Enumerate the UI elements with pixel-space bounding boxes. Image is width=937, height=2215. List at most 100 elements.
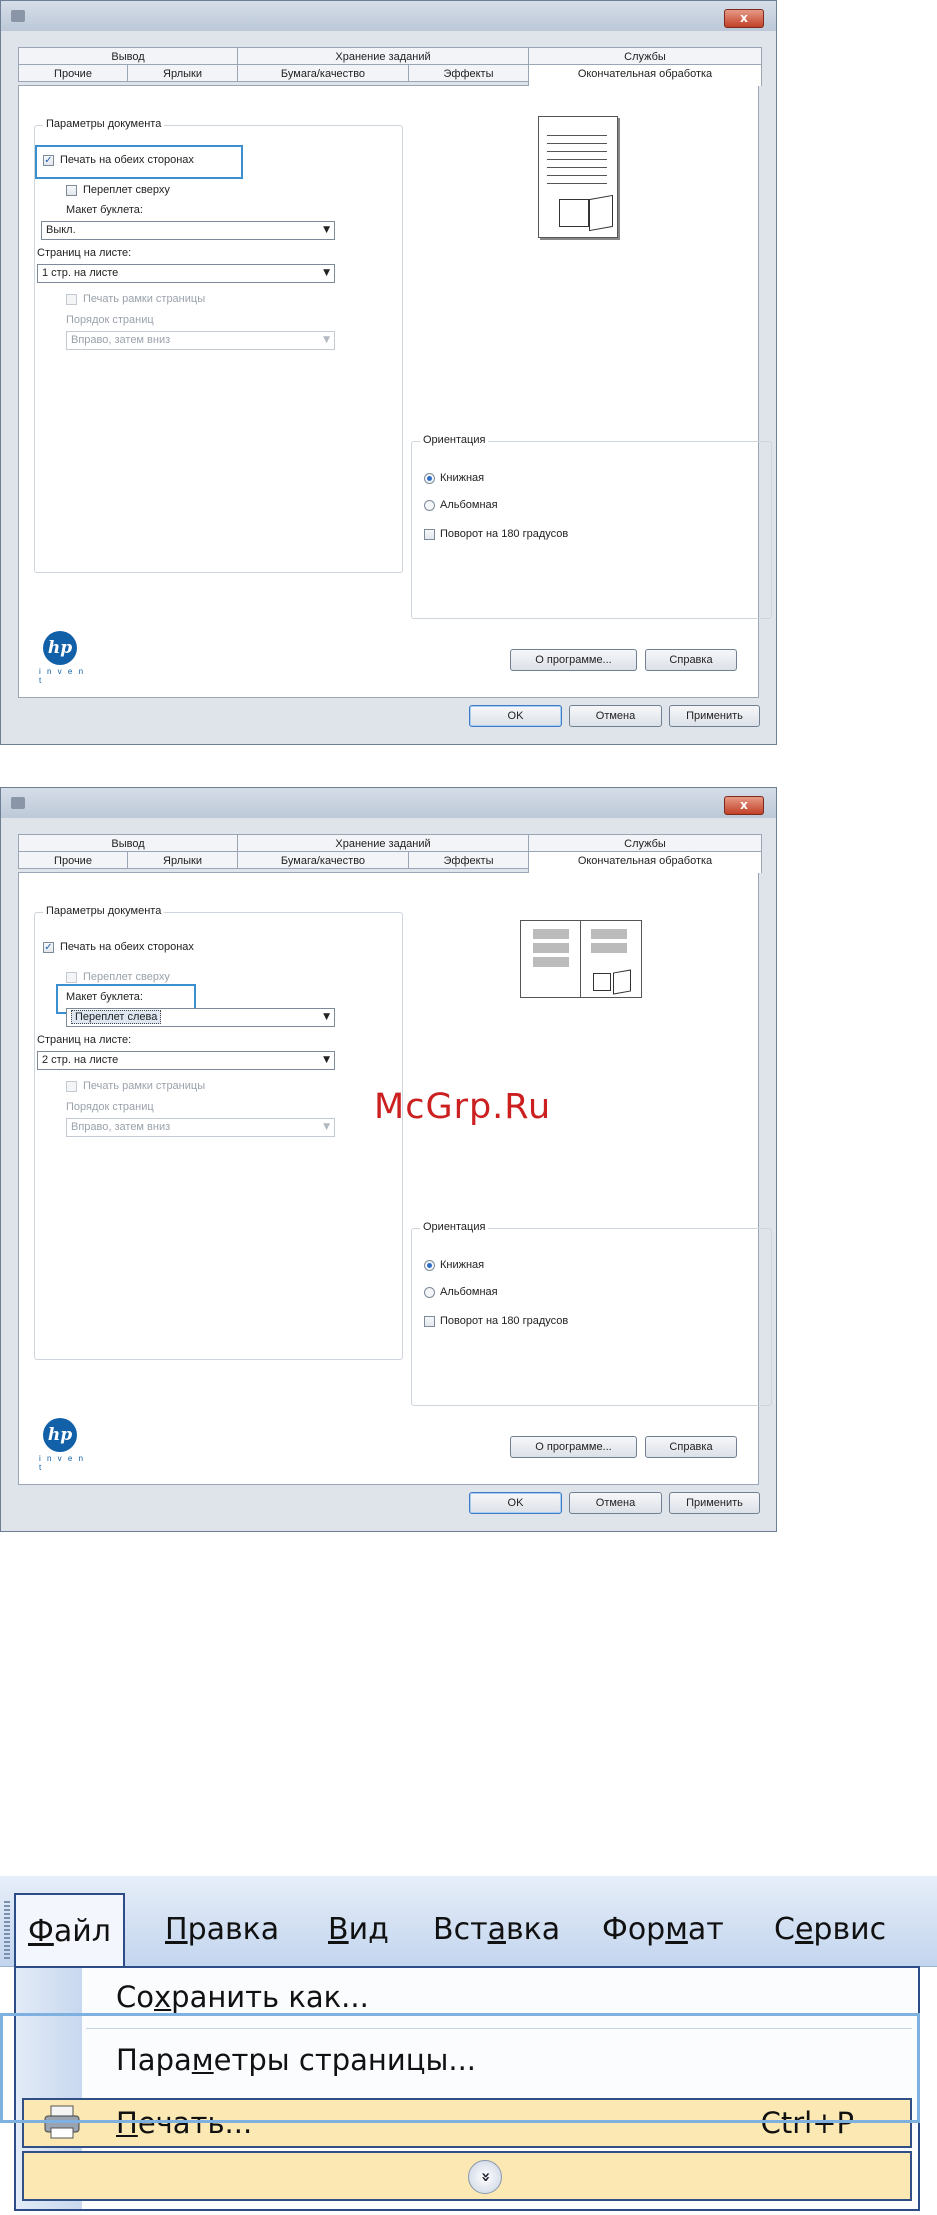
- tab-services[interactable]: Службы: [528, 834, 762, 852]
- chevron-down-icon: ▼: [323, 268, 330, 278]
- chevron-down-icon: ▼: [323, 1122, 330, 1132]
- pages-per-sheet-value: 1 стр. на листе: [42, 267, 119, 279]
- booklet-layout-label: Макет буклета:: [66, 204, 143, 216]
- hp-logo: hp i n v e n t: [33, 1418, 91, 1472]
- landscape-radio[interactable]: [424, 500, 435, 511]
- page-order-value: Вправо, затем вниз: [71, 1121, 171, 1133]
- page-order-label: Порядок страниц: [66, 314, 154, 326]
- print-borders-checkbox[interactable]: [66, 294, 77, 305]
- pages-per-sheet-select[interactable]: 1 стр. на листе ▼: [37, 264, 335, 283]
- tab-job-storage[interactable]: Хранение заданий: [237, 47, 529, 65]
- cancel-button[interactable]: Отмена: [569, 1492, 662, 1514]
- print-properties-dialog-2: x Вывод Хранение заданий Службы Прочие Я…: [0, 787, 777, 1532]
- hp-logo-mark: hp: [43, 631, 77, 665]
- close-button[interactable]: x: [724, 9, 764, 28]
- duplex-label: Печать на обеих сторонах: [60, 154, 194, 166]
- close-button[interactable]: x: [724, 796, 764, 815]
- finishing-panel: Параметры документа ✓ Печать на обеих ст…: [18, 872, 772, 1485]
- menu-view[interactable]: Вид: [328, 1912, 389, 1947]
- tab-effects[interactable]: Эффекты: [408, 851, 529, 869]
- title-bar: x: [1, 788, 776, 818]
- duplex-checkbox[interactable]: ✓: [43, 942, 54, 953]
- chevron-down-icon: ▼: [323, 1012, 330, 1022]
- booklet-layout-value: Переплет слева: [71, 1010, 162, 1024]
- chevron-down-icon: ▼: [323, 225, 330, 235]
- rotate-checkbox[interactable]: [424, 1316, 435, 1327]
- title-bar: x: [1, 1, 776, 31]
- orientation-title: Ориентация: [420, 434, 489, 446]
- flip-up-checkbox[interactable]: [66, 185, 77, 196]
- page-preview-image: [534, 116, 622, 242]
- help-button[interactable]: Справка: [645, 1436, 737, 1458]
- orientation-title: Ориентация: [420, 1221, 489, 1233]
- highlight-box: [0, 2013, 920, 2123]
- flip-up-checkbox[interactable]: [66, 972, 77, 983]
- tab-paper-quality[interactable]: Бумага/качество: [237, 64, 409, 82]
- pages-per-sheet-label: Страниц на листе:: [37, 247, 132, 259]
- finishing-panel: Параметры документа ✓ Печать на обеих ст…: [18, 85, 772, 698]
- tab-shortcuts[interactable]: Ярлыки: [127, 851, 238, 869]
- menu-tools[interactable]: Сервис: [774, 1912, 886, 1947]
- menu-format[interactable]: Формат: [602, 1912, 724, 1947]
- landscape-label: Альбомная: [440, 1286, 498, 1298]
- tab-strip: Вывод Хранение заданий Службы Прочие Ярл…: [18, 834, 762, 873]
- page-order-value: Вправо, затем вниз: [71, 334, 171, 346]
- help-button[interactable]: Справка: [645, 649, 737, 671]
- chevron-down-icon: ▼: [323, 335, 330, 345]
- menu-insert[interactable]: Вставка: [433, 1912, 560, 1947]
- menu-bar: Файл Правка Вид Вставка Формат Сервис: [0, 1876, 937, 1968]
- print-borders-label: Печать рамки страницы: [83, 293, 206, 305]
- tab-finishing[interactable]: Окончательная обработка: [528, 64, 762, 86]
- print-properties-dialog-1: x Вывод Хранение заданий Службы Прочие Я…: [0, 0, 777, 745]
- document-options-title: Параметры документа: [43, 905, 165, 917]
- tab-advanced[interactable]: Прочие: [18, 851, 128, 869]
- hp-logo-mark: hp: [43, 1418, 77, 1452]
- tab-finishing[interactable]: Окончательная обработка: [528, 851, 762, 873]
- ok-button[interactable]: OK: [469, 705, 562, 727]
- landscape-radio[interactable]: [424, 1287, 435, 1298]
- tab-advanced[interactable]: Прочие: [18, 64, 128, 82]
- pages-per-sheet-select[interactable]: 2 стр. на листе ▼: [37, 1051, 335, 1070]
- tab-services[interactable]: Службы: [528, 47, 762, 65]
- dialog-body: Вывод Хранение заданий Службы Прочие Ярл…: [10, 824, 772, 1485]
- cancel-button[interactable]: Отмена: [569, 705, 662, 727]
- page-order-select[interactable]: Вправо, затем вниз ▼: [66, 1118, 335, 1137]
- page-order-select[interactable]: Вправо, затем вниз ▼: [66, 331, 335, 350]
- ok-button[interactable]: OK: [469, 1492, 562, 1514]
- booklet-layout-select[interactable]: Выкл. ▼: [41, 221, 335, 240]
- tab-paper-quality[interactable]: Бумага/качество: [237, 851, 409, 869]
- menu-item-save-as[interactable]: Сохранить как...: [116, 1980, 369, 2014]
- about-button[interactable]: О программе...: [510, 649, 637, 671]
- tab-output[interactable]: Вывод: [18, 47, 238, 65]
- portrait-radio[interactable]: [424, 473, 435, 484]
- landscape-label: Альбомная: [440, 499, 498, 511]
- hp-logo: hp i n v e n t: [33, 631, 91, 685]
- watermark-text: McGrp.Ru: [374, 1087, 552, 1127]
- tab-job-storage[interactable]: Хранение заданий: [237, 834, 529, 852]
- booklet-layout-label: Макет буклета:: [66, 991, 143, 1003]
- dialog-body: Вывод Хранение заданий Службы Прочие Ярл…: [10, 37, 772, 698]
- rotate-checkbox[interactable]: [424, 529, 435, 540]
- booklet-preview-image: [520, 920, 644, 1000]
- portrait-radio[interactable]: [424, 1260, 435, 1271]
- apply-button[interactable]: Применить: [669, 705, 760, 727]
- tab-shortcuts[interactable]: Ярлыки: [127, 64, 238, 82]
- document-options-title: Параметры документа: [43, 118, 165, 130]
- portrait-label: Книжная: [440, 1259, 485, 1271]
- hp-invent-text: i n v e n t: [39, 667, 86, 685]
- menu-expand-row[interactable]: [22, 2151, 912, 2201]
- hp-invent-text: i n v e n t: [39, 1454, 86, 1472]
- menu-edit[interactable]: Правка: [165, 1912, 279, 1947]
- duplex-checkbox[interactable]: ✓: [43, 155, 54, 166]
- about-button[interactable]: О программе...: [510, 1436, 637, 1458]
- tab-strip: Вывод Хранение заданий Службы Прочие Ярл…: [18, 47, 762, 86]
- file-menu-screenshot: Файл Правка Вид Вставка Формат Сервис Со…: [0, 1876, 937, 2215]
- tab-output[interactable]: Вывод: [18, 834, 238, 852]
- print-borders-checkbox[interactable]: [66, 1081, 77, 1092]
- booklet-layout-select[interactable]: Переплет слева ▼: [66, 1008, 335, 1027]
- tab-effects[interactable]: Эффекты: [408, 64, 529, 82]
- double-chevron-down-icon[interactable]: »: [468, 2160, 502, 2194]
- menu-file[interactable]: Файл: [14, 1893, 125, 1968]
- printer-icon: [11, 797, 25, 809]
- apply-button[interactable]: Применить: [669, 1492, 760, 1514]
